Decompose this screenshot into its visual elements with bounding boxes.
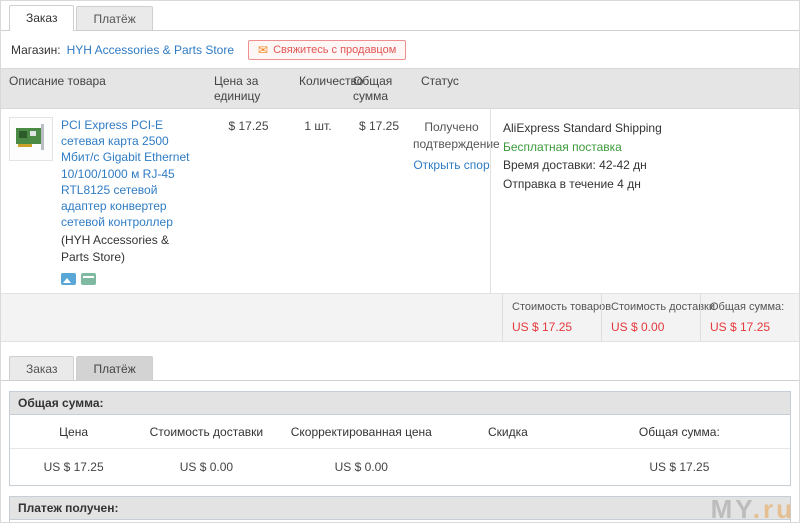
store-label: Магазин: — [11, 43, 61, 57]
store-name-link[interactable]: HYH Accessories & Parts Store — [67, 43, 234, 57]
column-header-discount: Скидка — [487, 424, 528, 439]
column-header-adjusted-price: Скорректированная цена — [290, 424, 432, 439]
bottom-tabbar: Заказ Платёж — [1, 351, 799, 381]
column-header-shipping-cost: Стоимость доставки — [149, 424, 264, 439]
order-page: Заказ Платёж Магазин: HYH Accessories & … — [0, 0, 800, 523]
unit-price-value: $ 17.25 — [228, 119, 269, 133]
total-table-row: US $ 17.25 US $ 0.00 US $ 0.00 US $ 17.2… — [10, 447, 790, 485]
column-header-quantity: Количество — [299, 74, 364, 88]
shipping-cost-value: US $ 0.00 — [611, 319, 665, 334]
network-card-image — [16, 124, 44, 150]
order-total-value: US $ 17.25 — [710, 319, 771, 334]
product-image[interactable] — [9, 117, 53, 161]
tab-order-top[interactable]: Заказ — [9, 5, 75, 31]
shipping-info-cell: AliExpress Standard Shipping Бесплатная … — [490, 109, 799, 293]
order-table-header: Описание товара Цена за единицу Количест… — [1, 68, 799, 109]
column-header-total: Общая сумма — [353, 74, 393, 103]
card-icon[interactable] — [81, 272, 96, 285]
goods-cost-value: US $ 17.25 — [512, 319, 573, 334]
snapshot-icon[interactable] — [61, 272, 76, 285]
delivery-time: Время доставки: 42-42 дн — [503, 158, 647, 173]
product-action-icons — [61, 272, 198, 285]
price-value: US $ 17.25 — [43, 459, 104, 474]
column-header-shipping — [490, 69, 799, 108]
dispatch-time: Отправка в течение 4 дн — [503, 176, 641, 191]
shipping-cost-label: Стоимость доставки — [611, 300, 715, 313]
status-text: Получено подтверждение — [413, 120, 500, 151]
line-total-value: $ 17.25 — [358, 119, 400, 133]
column-header-grand-total: Общая сумма: — [638, 424, 720, 439]
order-total-label: Общая сумма: — [710, 300, 785, 313]
goods-cost-label: Стоимость товаров — [512, 300, 612, 313]
column-header-description: Описание товара — [9, 74, 106, 88]
product-title-link[interactable]: PCI Express PCI-E сетевая карта 2500 Мби… — [61, 117, 198, 230]
open-dispute-link[interactable]: Открыть спор — [413, 157, 489, 174]
summary-total-cell: Общая сумма: US $ 17.25 — [700, 293, 799, 341]
adjusted-price-value: US $ 0.00 — [334, 459, 388, 474]
quantity-value: 1 шт. — [304, 119, 332, 133]
shipping-cost-value: US $ 0.00 — [179, 459, 234, 474]
order-product-row: PCI Express PCI-E сетевая карта 2500 Мби… — [1, 109, 799, 293]
tab-payment-bottom[interactable]: Платёж — [76, 355, 153, 380]
envelope-icon: ✉ — [258, 43, 269, 57]
summary-spacer — [1, 294, 502, 341]
contact-seller-button[interactable]: ✉ Свяжитесь с продавцом — [248, 40, 407, 60]
status-cell: Получено подтверждение Открыть спор — [413, 109, 500, 293]
column-header-price: Цена — [59, 424, 89, 439]
shipping-method: AliExpress Standard Shipping — [503, 121, 662, 135]
summary-shipping-cell: Стоимость доставки US $ 0.00 — [601, 293, 715, 341]
product-description-cell: PCI Express PCI-E сетевая карта 2500 Мби… — [1, 109, 206, 293]
free-shipping-label: Бесплатная поставка — [503, 139, 622, 154]
product-store-name: (HYH Accessories & Parts Store) — [61, 233, 170, 264]
contact-seller-label: Свяжитесь с продавцом — [273, 44, 397, 56]
product-text-block: PCI Express PCI-E сетевая карта 2500 Мби… — [61, 117, 198, 285]
summary-goods-cell: Стоимость товаров US $ 17.25 — [502, 293, 612, 341]
total-section-header: Общая сумма: — [10, 391, 790, 415]
total-section-box: Общая сумма: Цена Стоимость доставки Ско… — [9, 390, 791, 486]
payment-section-box: Платеж получен: Итого Платёж получен Спо… — [9, 495, 791, 522]
tab-payment-top[interactable]: Платёж — [76, 6, 153, 30]
tab-order-bottom[interactable]: Заказ — [9, 355, 75, 380]
discount-value — [447, 449, 569, 485]
total-table-header: Цена Стоимость доставки Скорректированна… — [10, 415, 790, 448]
store-row: Магазин: HYH Accessories & Parts Store ✉… — [1, 31, 799, 68]
column-header-unit-price: Цена за единицу — [214, 74, 261, 103]
payment-section-header: Платеж получен: — [10, 496, 790, 520]
top-tabbar: Заказ Платёж — [1, 1, 799, 31]
order-summary-bar: Стоимость товаров US $ 17.25 Стоимость д… — [1, 292, 799, 342]
grand-total-value: US $ 17.25 — [649, 459, 710, 474]
column-header-status: Статус — [421, 74, 459, 88]
